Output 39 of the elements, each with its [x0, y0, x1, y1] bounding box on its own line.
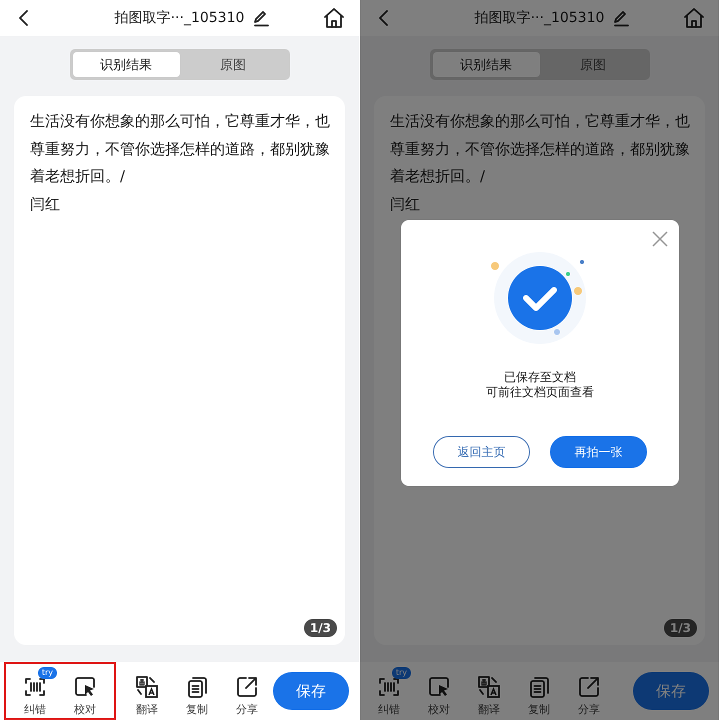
primary-button[interactable]: 再拍一张 [550, 436, 647, 468]
page-indicator: 1/3 [664, 619, 697, 637]
toolbar-button[interactable]: 校对 [414, 666, 464, 716]
save-button[interactable]: 保存 [273, 672, 349, 710]
badge: try [38, 666, 57, 678]
copy-icon [185, 674, 209, 698]
toolbar-button[interactable]: 分享 [564, 666, 614, 716]
document-title: 拍图取字···_105310 [114, 9, 244, 27]
page-indicator: 1/3 [304, 619, 337, 637]
tab[interactable]: 原图 [540, 52, 646, 77]
tab[interactable]: 原图 [180, 52, 286, 77]
copy-icon [527, 674, 551, 698]
tab[interactable]: 识别结果 [432, 52, 540, 77]
cursor-box-icon [427, 674, 451, 698]
toolbar-button[interactable]: try 纠错 [10, 666, 60, 716]
recognized-text: 生活没有你想象的那么可怕，它尊重才华，也尊重努力，不管你选择怎样的道路，都别犹豫着老想折回。/ 闫红 [30, 112, 331, 214]
cursor-box-icon [73, 674, 97, 698]
tab[interactable]: 识别结果 [72, 52, 180, 77]
toolbar-button[interactable]: 翻译 [464, 666, 514, 716]
dialog-message: 可前往文档页面查看 [486, 385, 594, 400]
secondary-button[interactable]: 返回主页 [433, 436, 530, 468]
dialog-message: 已保存至文档 [503, 370, 577, 385]
pencil-icon[interactable] [252, 9, 270, 27]
translate-icon [477, 674, 501, 698]
translate-icon [135, 674, 159, 698]
save-button[interactable]: 保存 [633, 672, 709, 710]
recognized-text: 生活没有你想象的那么可怕，它尊重才华，也尊重努力，不管你选择怎样的道路，都别犹豫着老想折回。/ 闫红 [390, 112, 691, 214]
share-icon [235, 674, 259, 698]
document-title: 拍图取字···_105310 [474, 9, 604, 27]
toolbar-button[interactable]: 复制 [514, 666, 564, 716]
home-icon[interactable] [322, 7, 345, 29]
toolbar-button[interactable]: 分享 [222, 666, 272, 716]
toolbar-button[interactable]: 校对 [60, 666, 110, 716]
toolbar-button[interactable]: 翻译 [122, 666, 172, 716]
share-icon [577, 674, 601, 698]
close-icon[interactable] [652, 231, 668, 247]
badge: try [392, 666, 411, 678]
toolbar-button[interactable]: try 纠错 [364, 666, 414, 716]
toolbar-button[interactable]: 复制 [172, 666, 222, 716]
